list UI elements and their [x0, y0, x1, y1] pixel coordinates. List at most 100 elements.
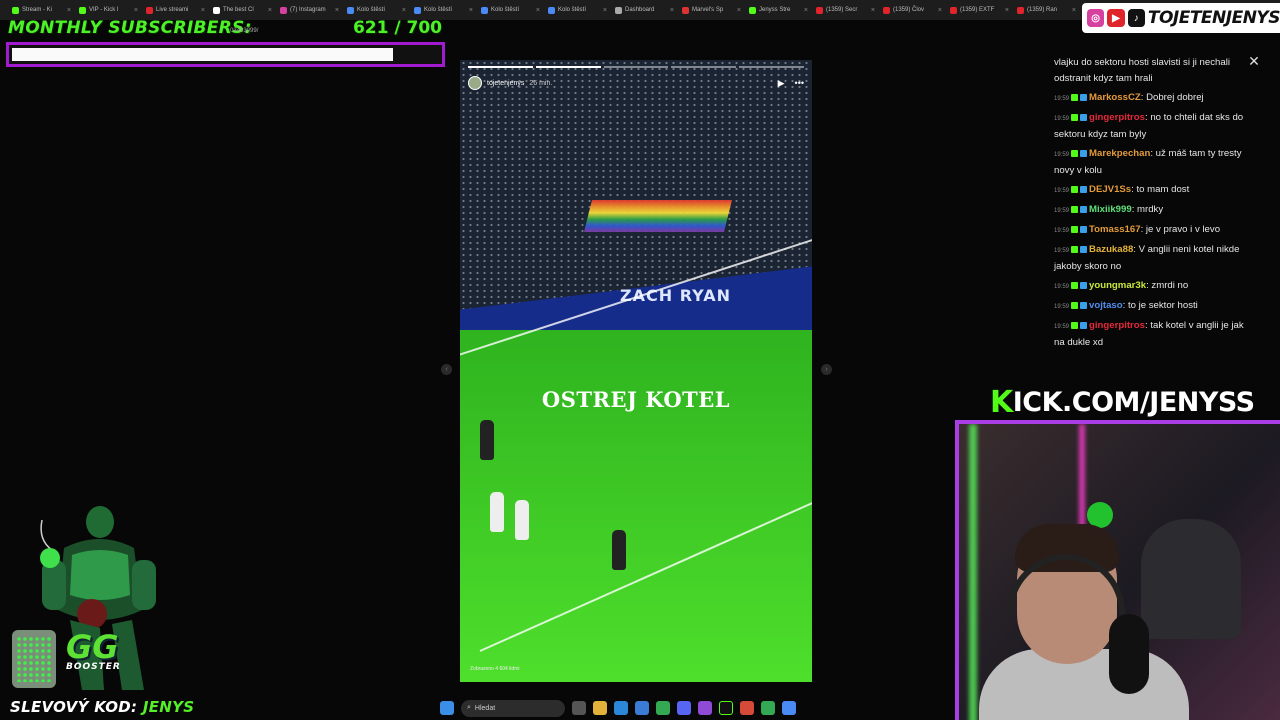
- tab-favicon-icon: [347, 6, 354, 14]
- close-tab-icon[interactable]: ×: [670, 7, 674, 14]
- close-tab-icon[interactable]: ×: [134, 7, 138, 14]
- chat-badge-icon: [1080, 226, 1088, 233]
- browser-tab[interactable]: Dashboard ×: [611, 0, 678, 20]
- previous-story-button[interactable]: ‹: [441, 364, 452, 375]
- browser-tab[interactable]: (1359) EXTF ×: [946, 0, 1013, 20]
- chat-timestamp: 19:59: [1054, 248, 1070, 254]
- instagram-story-viewer[interactable]: ZACH RYAN OSTREJ KOTEL tojetenjenys 26 m…: [460, 60, 812, 682]
- chrome-icon[interactable]: [656, 701, 670, 715]
- chat-username[interactable]: gingerpitros: [1089, 320, 1145, 331]
- obs-icon[interactable]: [740, 701, 754, 715]
- next-story-button[interactable]: ›: [821, 364, 832, 375]
- tab-favicon-icon: [12, 6, 19, 14]
- browser-tab[interactable]: Kolo štěstí ×: [477, 0, 544, 20]
- subscriber-goal: MONTHLY SUBSCRIBERS: 621 / 700: [8, 16, 448, 40]
- close-tab-icon[interactable]: ×: [469, 7, 473, 14]
- chat-badge-icon: [1080, 150, 1088, 157]
- chat-message-intro: vlajku do sektoru hosti slavisti si ji n…: [1054, 57, 1230, 84]
- chat-badge-icon: [1071, 302, 1079, 309]
- chat-username[interactable]: Mixiik999: [1089, 204, 1132, 215]
- social-handle: TOJETENJENYS: [1147, 8, 1280, 28]
- browser-tab[interactable]: Marvel's Sp ×: [678, 0, 745, 20]
- tab-label: Kolo štěstí: [558, 7, 587, 13]
- close-tab-icon[interactable]: ×: [737, 7, 741, 14]
- browser-tab[interactable]: (1359) Ran ×: [1013, 0, 1080, 20]
- chat-username[interactable]: MarkossCZ: [1089, 92, 1141, 103]
- file-explorer-icon[interactable]: [593, 701, 607, 715]
- close-tab-icon[interactable]: ×: [804, 7, 808, 14]
- chat-username[interactable]: Bazuka88: [1089, 244, 1133, 255]
- close-tab-icon[interactable]: ×: [536, 7, 540, 14]
- close-tab-icon[interactable]: ×: [201, 7, 205, 14]
- promo-label: SLEVOVÝ KOD:: [10, 698, 138, 716]
- close-tab-icon[interactable]: ×: [67, 7, 71, 14]
- chat-timestamp: 19:59: [1054, 208, 1070, 214]
- app-icon[interactable]: [698, 701, 712, 715]
- chat-timestamp: 19:59: [1054, 152, 1070, 158]
- discord-icon[interactable]: [677, 701, 691, 715]
- chrome-icon[interactable]: [761, 701, 775, 715]
- tab-favicon-icon: [79, 6, 86, 14]
- play-icon[interactable]: ▶: [778, 78, 785, 89]
- edge-browser-icon[interactable]: [614, 701, 628, 715]
- chat-timestamp: 19:59: [1054, 116, 1070, 122]
- chat-message: 19:59 gingerpitros: tak kotel v anglii je…: [1054, 318, 1250, 351]
- chat-timestamp: 19:59: [1054, 96, 1070, 102]
- promo-code: SLEVOVÝ KOD: JENYS: [10, 698, 194, 716]
- tab-favicon-icon: [749, 6, 756, 14]
- subscriber-progress-bar: [6, 42, 445, 67]
- subscriber-goal-count: 621 / 700: [352, 18, 442, 38]
- close-tab-icon[interactable]: ×: [402, 7, 406, 14]
- chat-badge-icon: [1071, 226, 1079, 233]
- taskbar-search[interactable]: ⌕ Hledat: [461, 699, 565, 717]
- browser-tab[interactable]: (1359) Secr ×: [812, 0, 879, 20]
- chat-username[interactable]: youngmar3k: [1089, 280, 1146, 291]
- chat-username[interactable]: DEJV1Ss: [1089, 184, 1131, 195]
- store-icon[interactable]: [635, 701, 649, 715]
- kick-app-icon[interactable]: [719, 701, 733, 715]
- story-segment: [671, 66, 737, 68]
- chat-message: 19:59 Mixiik999: mrdky: [1054, 202, 1250, 219]
- windows-start-icon[interactable]: [440, 701, 454, 715]
- address-bar-fragment[interactable]: 03403099/: [230, 28, 258, 34]
- close-tab-icon[interactable]: ×: [1072, 7, 1076, 14]
- pride-flag-banner: [584, 200, 732, 232]
- chat-badge-icon: [1071, 246, 1079, 253]
- browser-tab[interactable]: Jenyss Stre ×: [745, 0, 812, 20]
- notes-icon[interactable]: [782, 701, 796, 715]
- close-tab-icon[interactable]: ×: [1005, 7, 1009, 14]
- chat-badge-icon: [1071, 282, 1079, 289]
- booster-jar: [12, 630, 56, 688]
- close-tab-icon[interactable]: ×: [603, 7, 607, 14]
- player: [612, 530, 626, 570]
- microphone-icon: [1109, 614, 1149, 694]
- avatar[interactable]: [468, 76, 482, 90]
- chat-username[interactable]: vojtaso: [1089, 300, 1123, 311]
- story-time: 26 min.: [529, 79, 553, 87]
- chat-badge-icon: [1071, 114, 1079, 121]
- browser-tab[interactable]: Kolo štěstí ×: [544, 0, 611, 20]
- booster-logo-text: GG: [66, 628, 119, 666]
- tab-label: (1359) EXTF: [960, 7, 995, 13]
- chat-username[interactable]: Marekpechan: [1089, 148, 1150, 159]
- tab-label: (1359) Ran: [1027, 7, 1058, 13]
- close-tab-icon[interactable]: ×: [871, 7, 875, 14]
- chat-text: : to mam dost: [1131, 184, 1190, 195]
- tab-favicon-icon: [481, 6, 488, 14]
- close-tab-icon[interactable]: ×: [335, 7, 339, 14]
- close-tab-icon[interactable]: ×: [938, 7, 942, 14]
- more-options-icon[interactable]: •••: [795, 78, 804, 89]
- tab-favicon-icon: [682, 6, 689, 14]
- chat-panel: vlajku do sektoru hosti slavisti si ji n…: [1054, 55, 1250, 354]
- close-tab-icon[interactable]: ×: [268, 7, 272, 14]
- story-viewers[interactable]: Zobrazeno 4 604 lidmi: [470, 666, 519, 672]
- browser-tab[interactable]: (1359) Člov ×: [879, 0, 946, 20]
- chat-badge-icon: [1080, 282, 1088, 289]
- story-username[interactable]: tojetenjenys: [487, 80, 524, 87]
- chat-username[interactable]: Tomass167: [1089, 224, 1141, 235]
- task-view-icon[interactable]: [572, 701, 586, 715]
- chat-username[interactable]: gingerpitros: [1089, 112, 1145, 123]
- football-pitch: [460, 330, 812, 682]
- story-caption: OSTREJ KOTEL: [541, 387, 731, 412]
- tab-label: Kolo štěstí: [424, 7, 453, 13]
